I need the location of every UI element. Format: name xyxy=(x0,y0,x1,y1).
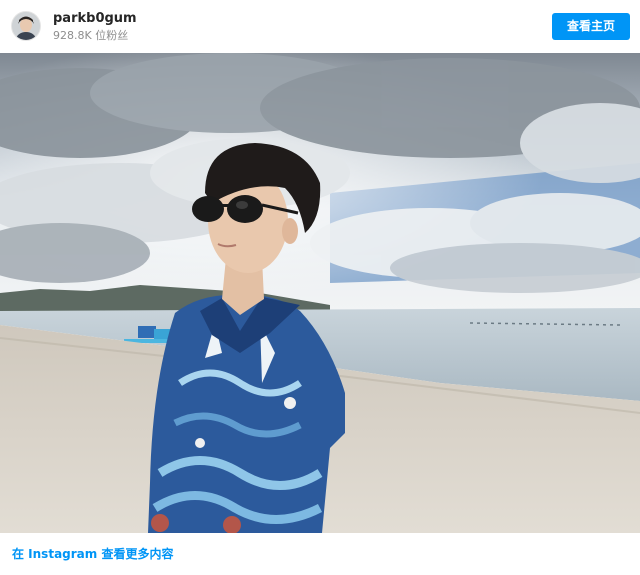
follower-count: 928.8K 位粉丝 xyxy=(53,29,129,42)
post-photo[interactable] xyxy=(0,53,640,533)
post-footer: 在 Instagram 查看更多内容 xyxy=(0,533,640,575)
avatar-image xyxy=(12,12,40,40)
post-header: parkb0gum 928.8K 位粉丝 查看主页 xyxy=(0,0,640,53)
profile-avatar[interactable] xyxy=(11,11,41,41)
username[interactable]: parkb0gum xyxy=(53,11,137,27)
view-more-on-instagram-link[interactable]: 在 Instagram 查看更多内容 xyxy=(12,546,173,562)
view-profile-button[interactable]: 查看主页 xyxy=(552,13,630,40)
